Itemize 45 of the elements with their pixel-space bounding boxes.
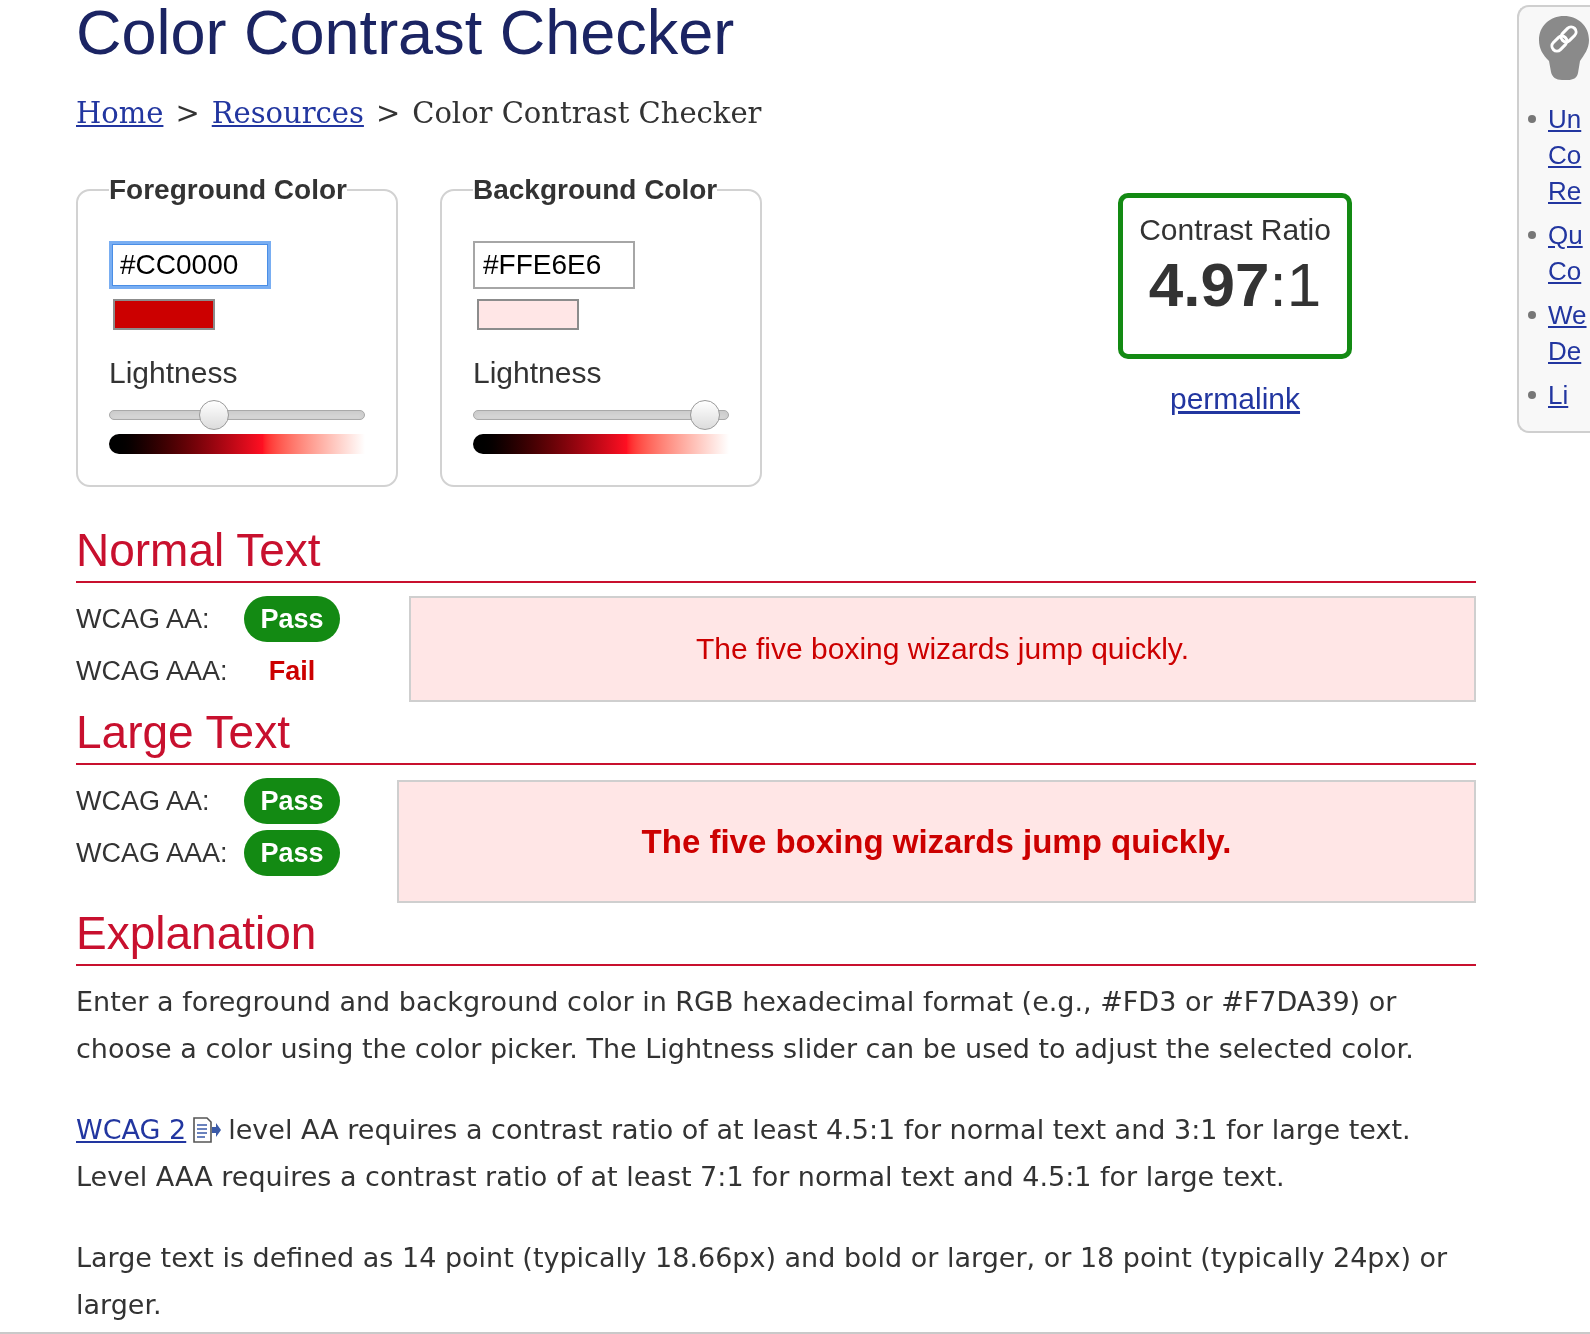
bullet-icon — [1528, 231, 1536, 239]
sidebar-link[interactable]: Li — [1548, 377, 1569, 413]
breadcrumb-link[interactable]: Resources — [211, 91, 364, 135]
bullet-icon — [1528, 115, 1536, 123]
criterion-label: WCAG AAA: — [76, 655, 228, 686]
result-badge: Pass — [244, 596, 340, 642]
criterion-label: WCAG AA: — [76, 785, 210, 816]
sample-text: The five boxing wizards jump quickly. — [696, 631, 1189, 667]
panel-legend: Background Color — [473, 173, 718, 207]
slider-label: Lightness — [473, 355, 602, 391]
bullet-icon — [1528, 311, 1536, 319]
section-heading: Explanation — [76, 907, 317, 959]
explanation-paragraph: Large text is defined as 14 point (typically 18.66px) and bold or larger, or 18 point (typically 24px) or larger. — [76, 1241, 1449, 1322]
breadcrumb-link[interactable]: Home — [76, 91, 164, 135]
hex-input[interactable]: #CC0000 — [109, 241, 271, 289]
permalink-link[interactable]: permalink — [1169, 381, 1301, 417]
criterion-label: WCAG AA: — [76, 603, 210, 634]
section-heading: Large Text — [76, 706, 290, 758]
slider-label: Lightness — [109, 355, 238, 391]
contrast-value: 4.97:1 — [1148, 252, 1322, 318]
breadcrumb-current: Color Contrast Checker — [412, 95, 762, 132]
breadcrumb-separator: > — [175, 95, 200, 132]
explanation-paragraph: WCAG 2 level AA requires a contrast ratio of at least 4.5:1 for normal text and 3:1 for large text. Level AAA requires a contrast ratio of at least 7:1 for normal text and 4.5:1 for large text. — [76, 1113, 1412, 1194]
result-text: Fail — [268, 654, 316, 688]
sidebar-link[interactable]: Qu Co — [1548, 217, 1583, 289]
wcag-link[interactable]: WCAG 2 — [76, 1114, 187, 1145]
slider-thumb[interactable] — [199, 400, 230, 430]
bullet-icon — [1528, 391, 1536, 399]
hex-input[interactable]: #FFE6E6 — [473, 241, 635, 289]
page-title: Color Contrast Checker — [76, 0, 735, 68]
contrast-label: Contrast Ratio — [1139, 212, 1331, 248]
sidebar-link[interactable]: Un Co Re — [1548, 101, 1582, 209]
lightness-slider[interactable] — [473, 400, 729, 430]
panel-legend: Foreground Color — [109, 173, 347, 207]
lightness-slider[interactable] — [109, 400, 365, 430]
sample-text: The five boxing wizards jump quickly. — [641, 821, 1232, 862]
document-arrow-icon — [192, 1117, 223, 1143]
breadcrumb-separator: > — [375, 95, 401, 132]
sidebar-link[interactable]: We De — [1548, 297, 1587, 369]
result-badge: Pass — [244, 830, 340, 876]
result-badge: Pass — [244, 778, 340, 824]
criterion-label: WCAG AAA: — [76, 837, 228, 868]
section-heading: Normal Text — [76, 524, 321, 576]
explanation-paragraph: Enter a foreground and background color in RGB hexadecimal format (e.g., #FD3 or #F7DA39) or choose a color using the color picker. The Lightness slider can be used to adjust the selected color. — [76, 985, 1415, 1066]
slider-thumb[interactable] — [689, 400, 720, 430]
